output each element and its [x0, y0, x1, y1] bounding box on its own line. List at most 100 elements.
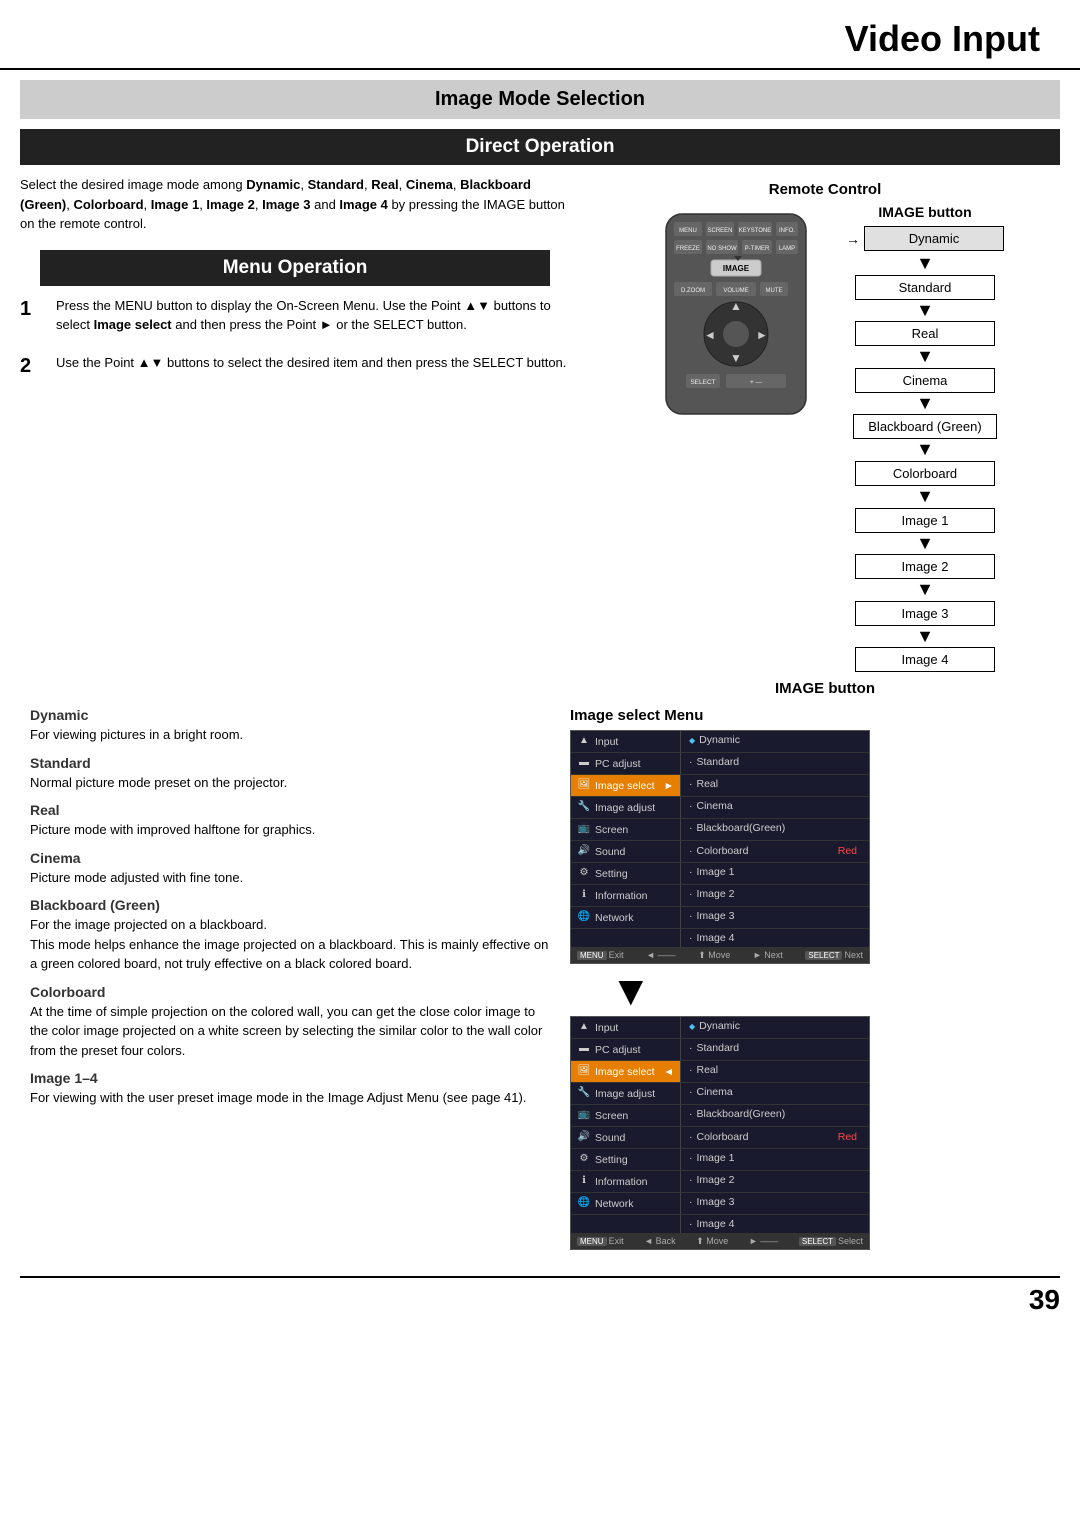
desc-real-title: Real [20, 802, 550, 818]
osd-item-sound: 🔊Sound [575, 843, 676, 860]
svg-text:INFO.: INFO. [779, 228, 795, 234]
osd2-row-input: ▲Input Dynamic [571, 1017, 869, 1039]
osd2-right-image1: Image 1 [685, 1151, 865, 1165]
svg-text:VOLUME: VOLUME [723, 288, 748, 294]
svg-text:SELECT: SELECT [690, 379, 715, 386]
osd2-right-dynamic: Dynamic [685, 1019, 865, 1033]
step-1-number: 1 [20, 298, 48, 321]
osd2-row-imageadjust: 🔧Image adjust Cinema [571, 1083, 869, 1105]
osd2-right-blackboard: Blackboard(Green) [685, 1107, 865, 1121]
osd-row-network: 🌐Network Image 3 [571, 907, 869, 929]
main-top-layout: Select the desired image mode among Dyna… [0, 165, 1080, 697]
osd2-right-cinema: Cinema [685, 1085, 865, 1099]
flow-arrow-2: ▼ [916, 300, 934, 322]
flow-arrow-3: ▼ [916, 346, 934, 368]
osd2-right-standard: Standard [685, 1041, 865, 1055]
svg-text:IMAGE: IMAGE [723, 264, 750, 273]
desc-real-text: Picture mode with improved halftone for … [20, 820, 550, 840]
svg-text:KEYSTONE: KEYSTONE [739, 228, 772, 234]
flow-arrow-5: ▼ [916, 439, 934, 461]
osd2-row-pcadjust: ▬PC adjust Standard [571, 1039, 869, 1061]
osd2-item-screen: 📺Screen [575, 1107, 676, 1124]
desc-image14-text: For viewing with the user preset image m… [20, 1088, 550, 1108]
desc-cinema-title: Cinema [20, 850, 550, 866]
flow-arrow-6: ▼ [916, 486, 934, 508]
osd-row-info: ℹInformation Image 2 [571, 885, 869, 907]
flow-box-real: Real [855, 321, 995, 346]
svg-text:SCREEN: SCREEN [707, 228, 732, 234]
image-button-title: IMAGE button [846, 204, 1004, 220]
page-header: Video Input [0, 0, 1080, 70]
desc-standard-title: Standard [20, 755, 550, 771]
desc-blackboard-title: Blackboard (Green) [20, 897, 550, 913]
osd-right-real: Real [685, 777, 865, 791]
bottom-layout: Dynamic For viewing pictures in a bright… [0, 707, 1080, 1256]
osd-item-imageselect: 🖼Image select ► [575, 777, 676, 794]
osd2-item-pcadjust: ▬PC adjust [575, 1041, 676, 1058]
flow-box-image2: Image 2 [855, 554, 995, 579]
osd-menu-2: ▲Input Dynamic ▬PC adjust Standard [570, 1016, 870, 1250]
osd2-row-setting: ⚙Setting Image 1 [571, 1149, 869, 1171]
flow-box-blackboard: Blackboard (Green) [853, 414, 996, 439]
osd2-item-imageselect: 🖼Image select ◄ [575, 1063, 676, 1080]
flow-box-colorboard: Colorboard [855, 461, 995, 486]
flow-arrow-9: ▼ [916, 626, 934, 648]
desc-standard-text: Normal picture mode preset on the projec… [20, 773, 550, 793]
step-2-text: Use the Point ▲▼ buttons to select the d… [56, 353, 566, 373]
down-arrow: ▼ [610, 970, 1060, 1012]
osd-bottom-bar-2: MENUExit ◄ Back ⬆ Move ► —— SELECTSelect [571, 1234, 869, 1249]
osd2-row-sound: 🔊Sound Colorboard Red [571, 1127, 869, 1149]
desc-colorboard: Colorboard At the time of simple project… [20, 984, 550, 1061]
osd-item-pcadjust: ▬PC adjust [575, 755, 676, 772]
flow-box-image3: Image 3 [855, 601, 995, 626]
svg-text:◄: ◄ [704, 328, 716, 342]
osd-item-imageadjust: 🔧Image adjust [575, 799, 676, 816]
osd-row-imageadjust: 🔧Image adjust Cinema [571, 797, 869, 819]
osd-row-empty: Image 4 [571, 929, 869, 948]
right-column: Remote Control MENU SCREEN KEYSTONE [580, 165, 1060, 697]
osd2-right-image2: Image 2 [685, 1173, 865, 1187]
osd-item-screen: 📺Screen [575, 821, 676, 838]
svg-text:▲: ▲ [730, 299, 742, 313]
flow-arrow-7: ▼ [916, 533, 934, 555]
image-button-flow: IMAGE button → Dynamic ▼ Standard ▼ Real… [846, 204, 1004, 672]
menu-steps: 1 Press the MENU button to display the O… [20, 286, 570, 378]
flow-arrow-1: ▼ [916, 253, 934, 275]
menu-operation-bar: Menu Operation [40, 250, 550, 286]
osd2-item-sound: 🔊Sound [575, 1129, 676, 1146]
osd2-right-image3: Image 3 [685, 1195, 865, 1209]
flow-arrow-8: ▼ [916, 579, 934, 601]
osd-row-setting: ⚙Setting Image 1 [571, 863, 869, 885]
desc-blackboard-text: For the image projected on a blackboard.… [20, 915, 550, 974]
osd-right-blackboard: Blackboard(Green) [685, 821, 865, 835]
image-select-menu-title: Image select Menu [570, 707, 1060, 724]
svg-text:FREEZE: FREEZE [676, 246, 700, 252]
osd-right-dynamic: Dynamic [685, 733, 865, 747]
section-title: Image Mode Selection [20, 80, 1060, 119]
step-2-number: 2 [20, 355, 48, 378]
osd2-item-imageadjust: 🔧Image adjust [575, 1085, 676, 1102]
osd-row-screen: 📺Screen Blackboard(Green) [571, 819, 869, 841]
desc-standard: Standard Normal picture mode preset on t… [20, 755, 550, 793]
flow-arrow-4: ▼ [916, 393, 934, 415]
flow-box-image4: Image 4 [855, 647, 995, 672]
osd2-row-network: 🌐Network Image 3 [571, 1193, 869, 1215]
flow-box-image1: Image 1 [855, 508, 995, 533]
flow-chart: → Dynamic ▼ Standard ▼ Real ▼ Cinema ▼ B… [846, 226, 1004, 672]
osd2-right-real: Real [685, 1063, 865, 1077]
osd-right-image4: Image 4 [685, 931, 865, 945]
remote-label: Remote Control [590, 181, 1060, 198]
osd-right-image1: Image 1 [685, 865, 865, 879]
svg-text:P-TIMER: P-TIMER [745, 246, 770, 252]
step-1: 1 Press the MENU button to display the O… [20, 296, 570, 335]
osd-row-sound: 🔊Sound Colorboard Red [571, 841, 869, 863]
step-2: 2 Use the Point ▲▼ buttons to select the… [20, 353, 570, 378]
osd-bottom-bar-1: MENUExit ◄ —— ⬆ Move ► Next SELECTNext [571, 948, 869, 963]
remote-control-diagram: MENU SCREEN KEYSTONE INFO. FREEZE NO SHO… [646, 204, 826, 427]
osd-row-imageselect: 🖼Image select ► Real [571, 775, 869, 797]
direct-operation-bar: Direct Operation [20, 129, 1060, 165]
desc-colorboard-text: At the time of simple projection on the … [20, 1002, 550, 1061]
desc-image14: Image 1–4 For viewing with the user pres… [20, 1070, 550, 1108]
osd2-item-setting: ⚙Setting [575, 1151, 676, 1168]
osd2-item-input: ▲Input [575, 1019, 676, 1036]
